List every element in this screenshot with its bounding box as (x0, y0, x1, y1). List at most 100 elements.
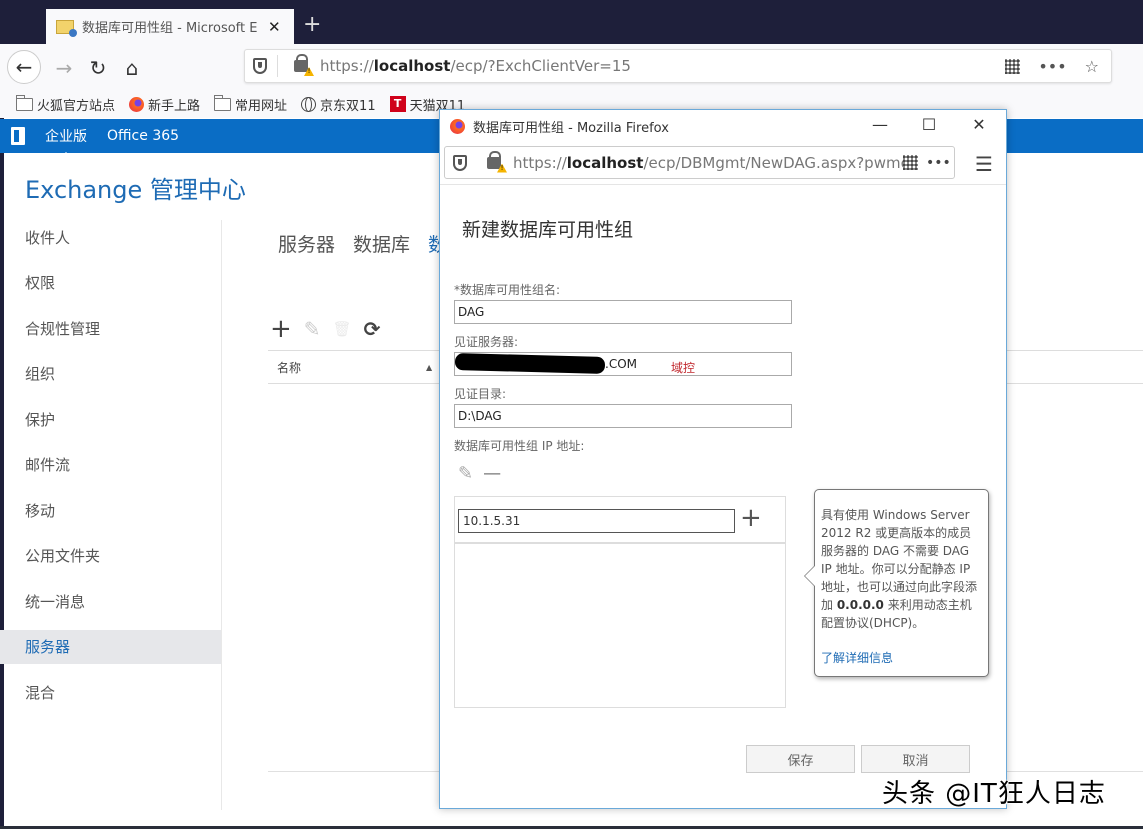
sidebar-item-compliance[interactable]: 合规性管理 (0, 311, 221, 345)
column-header-name[interactable]: 名称 (277, 359, 301, 376)
delete-trash-icon[interactable]: 🗑 (333, 320, 352, 338)
sidebar-item-recipients[interactable]: 收件人 (0, 220, 221, 254)
witness-directory-input[interactable]: D:\DAG (454, 404, 792, 428)
callout-text: 具有使用 Windows Server 2012 R2 或更高版本的成员服务器的… (821, 508, 978, 612)
tab-title: 数据库可用性组 - Microsoft E (82, 21, 258, 36)
popup-address-bar[interactable]: https://localhost/ecp/DBMgmt/NewDAG.aspx… (444, 146, 955, 179)
divider (277, 55, 278, 77)
sidebar-item-mobile[interactable]: 移动 (0, 493, 221, 527)
witness-server-label: 见证服务器: (454, 335, 519, 349)
bookmark-star-icon[interactable]: ☆ (1085, 57, 1099, 76)
ip-list-divider (455, 542, 785, 544)
sort-ascending-icon[interactable]: ▲ (426, 363, 432, 372)
list-toolbar: + ✎ 🗑 ⟳ (270, 314, 380, 344)
url-prefix: https:// (320, 57, 374, 75)
witness-directory-label: 见证目录: (454, 387, 507, 401)
back-button[interactable]: ← (7, 50, 41, 84)
ip-address-input[interactable]: 10.1.5.31 (458, 509, 735, 533)
folder-icon (213, 94, 232, 111)
maximize-button[interactable]: ☐ (914, 115, 944, 134)
cancel-button[interactable]: 取消 (861, 745, 970, 773)
witness-server-annotation: 域控 (671, 361, 696, 375)
home-button[interactable]: ⌂ (116, 52, 148, 84)
add-icon[interactable]: + (270, 314, 292, 344)
bookmark-item[interactable]: 火狐官方站点 (15, 94, 116, 114)
url-path: /ecp/DBMgmt/NewDAG.aspx?pwmcid (643, 153, 903, 172)
save-button[interactable]: 保存 (746, 745, 855, 773)
sidebar-item-organization[interactable]: 组织 (0, 357, 221, 391)
hamburger-menu-icon[interactable]: ☰ (975, 152, 993, 176)
sidebar: 收件人 权限 合规性管理 组织 保护 邮件流 移动 公用文件夹 统一消息 服务器… (0, 220, 222, 810)
new-dag-form: 新建数据库可用性组 *数据库可用性组名: DAG 见证服务器: .COM 域控 … (440, 184, 1006, 808)
close-window-button[interactable]: ✕ (964, 115, 994, 134)
address-bar[interactable]: https://localhost/ecp/?ExchClientVer=15 … (244, 49, 1112, 83)
reload-button[interactable]: ↻ (82, 52, 114, 84)
insecure-lock-icon[interactable] (294, 54, 308, 72)
witness-directory-value: D:\DAG (458, 409, 502, 423)
dag-ip-label: 数据库可用性组 IP 地址: (454, 439, 585, 453)
bookmark-label: 京东双11 (320, 98, 376, 114)
witness-server-input[interactable]: .COM 域控 (454, 352, 792, 376)
sidebar-item-permissions[interactable]: 权限 (0, 266, 221, 300)
sidebar-item-servers[interactable]: 服务器 (0, 629, 221, 664)
tracking-protection-shield-icon[interactable] (253, 58, 267, 74)
ip-address-value: 10.1.5.31 (463, 514, 521, 528)
sidebar-item-protection[interactable]: 保护 (0, 402, 221, 436)
bookmark-item[interactable]: 京东双11 (301, 95, 376, 114)
new-dag-popup-window: 数据库可用性组 - Mozilla Firefox — ☐ ✕ https://… (439, 109, 1007, 809)
bookmark-label: 火狐官方站点 (37, 98, 116, 114)
refresh-icon[interactable]: ⟳ (364, 317, 381, 341)
callout-bold-text: 0.0.0.0 (836, 598, 884, 612)
content-tabs: 服务器 数据库 数 (278, 230, 447, 257)
bookmark-label: 新手上路 (148, 98, 201, 114)
edit-pencil-icon[interactable]: ✎ (458, 463, 473, 484)
minimize-button[interactable]: — (865, 115, 895, 134)
learn-more-link[interactable]: 了解详细信息 (821, 649, 982, 667)
dag-name-input[interactable]: DAG (454, 300, 792, 324)
popup-window-title: 数据库可用性组 - Mozilla Firefox (473, 121, 669, 136)
browser-tab[interactable]: 数据库可用性组 - Microsoft E ✕ (46, 9, 294, 44)
sidebar-item-hybrid[interactable]: 混合 (0, 675, 221, 709)
bookmark-item[interactable]: 新手上路 (129, 95, 200, 114)
sidebar-item-unified-messaging[interactable]: 统一消息 (0, 584, 221, 618)
close-tab-icon[interactable]: ✕ (268, 18, 281, 36)
tab-strip: 数据库可用性组 - Microsoft E ✕ + (0, 0, 1143, 826)
firefox-icon (129, 96, 145, 112)
form-title: 新建数据库可用性组 (462, 219, 634, 241)
sidebar-item-mail-flow[interactable]: 邮件流 (0, 448, 221, 482)
tab-servers[interactable]: 服务器 (278, 230, 335, 257)
remove-minus-icon[interactable]: — (483, 463, 501, 484)
url-prefix: https:// (513, 153, 567, 172)
sidebar-item-public-folders[interactable]: 公用文件夹 (0, 539, 221, 573)
url-actions: ••• ☆ (1005, 57, 1111, 76)
globe-icon (301, 96, 317, 112)
dag-name-label: *数据库可用性组名: (454, 283, 561, 297)
popup-url-text[interactable]: https://localhost/ecp/DBMgmt/NewDAG.aspx… (513, 154, 903, 172)
office-logo-icon[interactable] (11, 127, 25, 145)
qr-code-icon[interactable] (1005, 58, 1021, 74)
bookmark-item[interactable]: 常用网址 (213, 94, 287, 114)
forward-button[interactable]: → (48, 52, 80, 84)
folder-icon (15, 94, 33, 111)
ip-address-list: 10.1.5.31 + (454, 496, 786, 708)
url-host: localhost (373, 57, 451, 75)
add-ip-button[interactable]: + (740, 503, 762, 533)
page-actions-menu-icon[interactable]: ••• (926, 155, 951, 171)
new-tab-button[interactable]: + (303, 12, 321, 37)
redaction-mark (454, 353, 606, 374)
tab-databases[interactable]: 数据库 (353, 230, 410, 257)
ip-toolbar: ✎ — (458, 463, 501, 484)
url-text[interactable]: https://localhost/ecp/?ExchClientVer=15 (320, 57, 631, 75)
exchange-favicon-icon (56, 19, 77, 37)
page-actions-menu-icon[interactable]: ••• (1038, 57, 1066, 76)
watermark: 头条 @IT狂人日志 (882, 779, 1106, 809)
tracking-protection-shield-icon[interactable] (453, 154, 467, 171)
firefox-icon (450, 119, 465, 134)
office-365-link[interactable]: Office 365 (107, 128, 179, 144)
edit-pencil-icon[interactable]: ✎ (304, 317, 321, 341)
dag-name-value: DAG (458, 305, 485, 319)
qr-code-icon[interactable] (903, 155, 918, 170)
info-callout: 具有使用 Windows Server 2012 R2 或更高版本的成员服务器的… (804, 489, 989, 677)
insecure-lock-icon[interactable] (487, 150, 501, 169)
edition-enterprise-link[interactable]: 企业版 (45, 126, 87, 157)
